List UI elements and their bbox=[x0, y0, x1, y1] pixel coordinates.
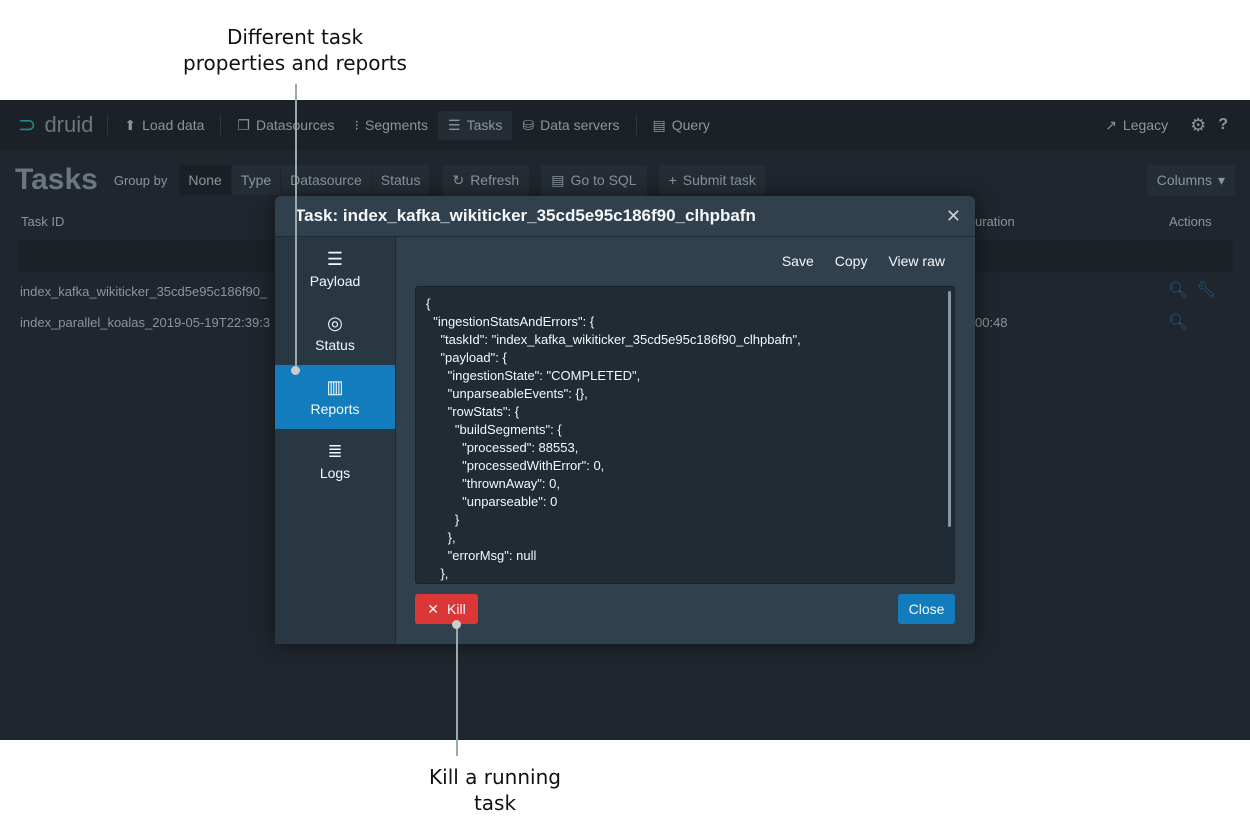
group-type[interactable]: Type bbox=[231, 165, 282, 195]
tab-payload[interactable]: ☰ Payload bbox=[275, 237, 395, 301]
external-link-icon: ↗ bbox=[1105, 116, 1117, 133]
tab-status[interactable]: ◎ Status bbox=[275, 301, 395, 365]
close-button[interactable]: Close bbox=[898, 594, 955, 624]
x-icon: ✕ bbox=[427, 600, 440, 617]
nav-legacy[interactable]: ↗ Legacy bbox=[1095, 111, 1178, 140]
reports-icon: ▥ bbox=[326, 377, 344, 397]
query-icon: ▤ bbox=[652, 116, 666, 133]
dialog-tabs: ☰ Payload ◎ Status ▥ Reports ≣ Logs bbox=[275, 237, 396, 644]
annotation-properties: Different task properties and reports bbox=[183, 25, 407, 75]
annotation-kill: Kill a running task bbox=[429, 765, 561, 815]
table-row[interactable]: index_parallel_koalas_2019-05-19T22:39:3 bbox=[20, 315, 270, 330]
report-json-viewer[interactable]: { "ingestionStatsAndErrors": { "taskId":… bbox=[415, 286, 955, 584]
columns-button[interactable]: Columns ▾ bbox=[1146, 164, 1235, 196]
refresh-button[interactable]: ↻ Refresh bbox=[442, 164, 530, 196]
dashboard-icon: ◎ bbox=[327, 313, 343, 333]
duration-cell: 00:48 bbox=[975, 315, 1008, 330]
nav-segments[interactable]: ⁝ Segments bbox=[345, 111, 439, 140]
tab-logs[interactable]: ≣ Logs bbox=[275, 429, 395, 493]
header-task-id[interactable]: Task ID bbox=[21, 214, 64, 229]
task-dialog: Task: index_kafka_wikiticker_35cd5e95c18… bbox=[275, 196, 975, 644]
datasources-icon: ❐ bbox=[237, 116, 250, 133]
nav-tasks[interactable]: ☰ Tasks bbox=[438, 110, 513, 140]
submit-task-button[interactable]: + Submit task bbox=[658, 165, 766, 195]
save-button[interactable]: Save bbox=[782, 253, 814, 269]
wrench-icon[interactable]: 🔧︎ bbox=[1196, 280, 1216, 300]
group-by-label: Group by bbox=[113, 172, 168, 188]
top-nav: ⊃druid ⬆Load data ❐Datasources ⁝Segments… bbox=[0, 100, 1250, 150]
kill-button[interactable]: ✕ Kill bbox=[415, 594, 478, 624]
tasks-icon: ☰ bbox=[448, 116, 461, 133]
copy-button[interactable]: Copy bbox=[835, 253, 868, 269]
report-actions: Save Copy View raw bbox=[782, 253, 945, 269]
sql-icon: ▤ bbox=[551, 171, 565, 188]
druid-logo: ⊃ druid bbox=[18, 112, 94, 137]
group-status[interactable]: Status bbox=[371, 165, 431, 195]
gear-icon[interactable]: ⚙ bbox=[1190, 115, 1206, 136]
annotation-dot bbox=[452, 620, 461, 629]
plus-icon: + bbox=[668, 172, 677, 188]
caret-down-icon: ▾ bbox=[1217, 171, 1225, 188]
page-title: Tasks bbox=[15, 163, 98, 196]
align-left-icon: ☰ bbox=[326, 249, 344, 269]
help-icon[interactable]: ? bbox=[1218, 116, 1228, 134]
nav-data-servers[interactable]: ⛁ Data servers bbox=[512, 111, 629, 140]
header-duration[interactable]: uration bbox=[975, 214, 1015, 229]
go-to-sql-button[interactable]: ▤ Go to SQL bbox=[541, 164, 647, 196]
view-details-icon[interactable]: 🔍︎ bbox=[1168, 280, 1188, 300]
group-by-buttons: None Type Datasource Status bbox=[179, 165, 431, 195]
refresh-icon: ↻ bbox=[452, 171, 465, 188]
dialog-header: Task: index_kafka_wikiticker_35cd5e95c18… bbox=[275, 196, 975, 237]
upload-icon: ⬆ bbox=[124, 116, 137, 133]
annotation-line bbox=[295, 84, 297, 370]
segments-icon: ⁝ bbox=[354, 116, 359, 133]
nav-query[interactable]: ▤ Query bbox=[643, 111, 720, 140]
logs-icon: ≣ bbox=[327, 441, 343, 461]
dialog-title: Task: index_kafka_wikiticker_35cd5e95c18… bbox=[295, 206, 756, 225]
nav-datasources[interactable]: ❐Datasources bbox=[227, 111, 344, 140]
group-none[interactable]: None bbox=[179, 165, 232, 195]
close-icon[interactable]: ✕ bbox=[946, 206, 961, 227]
scrollbar[interactable] bbox=[948, 291, 951, 527]
annotation-dot bbox=[291, 366, 300, 375]
annotation-line bbox=[456, 624, 458, 756]
view-raw-button[interactable]: View raw bbox=[888, 253, 945, 269]
database-icon: ⛁ bbox=[522, 116, 535, 133]
nav-load-data[interactable]: ⬆ Load data bbox=[114, 111, 214, 140]
table-row[interactable]: index_kafka_wikiticker_35cd5e95c186f90_ bbox=[20, 284, 267, 299]
view-details-icon[interactable]: 🔍︎ bbox=[1168, 312, 1188, 332]
header-actions: Actions bbox=[1169, 214, 1212, 229]
